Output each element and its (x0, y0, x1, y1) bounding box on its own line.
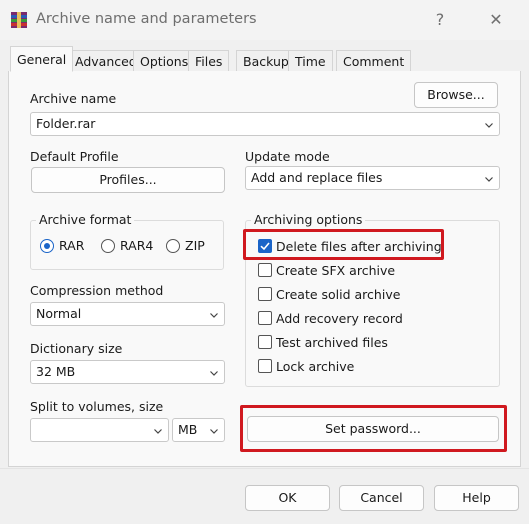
tab-comment[interactable]: Comment (336, 50, 412, 72)
split-unit-select[interactable]: MB (172, 418, 225, 442)
cancel-button[interactable]: Cancel (339, 485, 424, 511)
tab-time[interactable]: Time (288, 50, 333, 72)
delete-option-highlight (243, 229, 444, 260)
default-profile-label: Default Profile (30, 149, 119, 164)
split-volumes-combobox[interactable] (30, 418, 169, 442)
window-title: Archive name and parameters (36, 11, 257, 27)
recovery-record-label[interactable]: Add recovery record (276, 311, 403, 326)
radio-rar4[interactable] (101, 239, 115, 253)
tab-backup[interactable]: Backup (236, 50, 296, 72)
lock-archive-checkbox[interactable] (258, 359, 272, 373)
update-mode-value: Add and replace files (251, 170, 383, 185)
compression-method-value: Normal (36, 306, 82, 321)
create-sfx-label[interactable]: Create SFX archive (276, 263, 395, 278)
update-mode-label: Update mode (245, 149, 330, 164)
chevron-down-icon (210, 429, 218, 434)
radio-zip[interactable] (166, 239, 180, 253)
winrar-app-icon (10, 11, 28, 29)
dictionary-size-select[interactable]: 32 MB (30, 360, 225, 384)
chevron-down-icon (485, 177, 493, 182)
dictionary-size-label: Dictionary size (30, 341, 123, 356)
archiving-options-label: Archiving options (251, 212, 366, 227)
set-password-highlight (240, 405, 507, 452)
radio-zip-label[interactable]: ZIP (185, 238, 205, 253)
footer-divider (0, 468, 529, 469)
test-archived-label[interactable]: Test archived files (276, 335, 388, 350)
lock-archive-label[interactable]: Lock archive (276, 359, 354, 374)
create-solid-label[interactable]: Create solid archive (276, 287, 400, 302)
recovery-record-checkbox[interactable] (258, 311, 272, 325)
chevron-down-icon (210, 371, 218, 376)
browse-button[interactable]: Browse... (414, 82, 498, 108)
archive-format-label: Archive format (36, 212, 135, 227)
radio-rar[interactable] (40, 239, 54, 253)
compression-method-label: Compression method (30, 283, 164, 298)
close-icon[interactable]: ✕ (482, 8, 510, 32)
compression-method-select[interactable]: Normal (30, 302, 225, 326)
profiles-button[interactable]: Profiles... (31, 167, 225, 193)
create-solid-checkbox[interactable] (258, 287, 272, 301)
ok-button[interactable]: OK (245, 485, 330, 511)
chevron-down-icon (154, 429, 162, 434)
split-unit-value: MB (178, 422, 198, 437)
chevron-down-icon (485, 123, 493, 128)
tab-files[interactable]: Files (188, 50, 230, 72)
radio-rar-label[interactable]: RAR (59, 238, 84, 253)
radio-rar4-label[interactable]: RAR4 (120, 238, 153, 253)
help-titlebar-button[interactable]: ? (426, 8, 454, 32)
update-mode-select[interactable]: Add and replace files (245, 166, 500, 190)
dictionary-size-value: 32 MB (36, 364, 76, 379)
test-archived-checkbox[interactable] (258, 335, 272, 349)
tab-options[interactable]: Options (133, 50, 196, 72)
help-button[interactable]: Help (434, 485, 519, 511)
archive-name-label: Archive name (30, 91, 117, 106)
archive-name-value: Folder.rar (36, 116, 96, 131)
chevron-down-icon (210, 313, 218, 318)
split-volumes-label: Split to volumes, size (30, 399, 164, 414)
create-sfx-checkbox[interactable] (258, 263, 272, 277)
archive-name-combobox[interactable]: Folder.rar (30, 112, 500, 136)
tab-general[interactable]: General (10, 46, 74, 72)
